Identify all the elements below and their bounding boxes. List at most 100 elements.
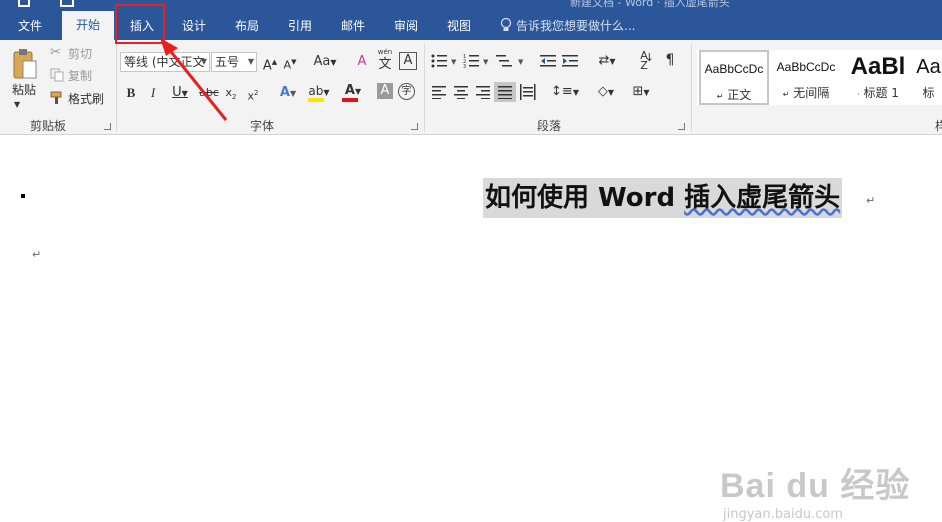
borders-icon[interactable]: ⊞▼ xyxy=(626,83,656,102)
superscript-icon[interactable]: x2 xyxy=(245,84,261,106)
line-spacing-icon[interactable]: ↕≡▼ xyxy=(550,83,580,102)
highlight-color-icon[interactable]: ab▼ xyxy=(306,82,332,102)
font-color-swatch xyxy=(342,98,358,102)
bullets-icon[interactable]: ▼ xyxy=(431,53,459,69)
font-size-combo[interactable]: 五号 ▼ xyxy=(211,52,257,72)
align-center-icon[interactable] xyxy=(454,85,470,99)
svg-text:3: 3 xyxy=(463,64,466,69)
chinese-layout-icon[interactable]: ⇄▼ xyxy=(592,52,622,71)
paragraph-launcher-icon[interactable] xyxy=(678,123,685,130)
highlight-box xyxy=(115,4,165,44)
character-border-icon[interactable]: A xyxy=(399,52,417,70)
format-painter-icon xyxy=(50,91,62,104)
style-normal[interactable]: AaBbCcDc ↵ 正文 xyxy=(699,50,769,105)
highlight-color-swatch xyxy=(308,98,324,102)
watermark-brand: Bai du 经验 xyxy=(720,467,911,505)
clipboard-group-label: 剪贴板 xyxy=(30,119,67,133)
paragraph-mark: ↵ xyxy=(866,194,876,207)
tab-mailings[interactable]: 邮件 xyxy=(331,13,375,40)
list-bullet xyxy=(21,194,25,198)
justify-button[interactable] xyxy=(494,82,516,102)
copy-button[interactable]: 复制 xyxy=(68,66,92,86)
numbering-icon[interactable]: 1 2 3 ▼ xyxy=(463,53,491,69)
decrease-indent-icon[interactable] xyxy=(540,53,558,69)
style-name: 标题 1 xyxy=(863,86,899,100)
style-no-spacing[interactable]: AaBbCcDc ↵ 无间隔 xyxy=(771,50,841,105)
copy-icon xyxy=(50,68,64,82)
justify-icon xyxy=(498,86,512,99)
clear-formatting-icon[interactable]: A xyxy=(354,53,370,71)
shading-icon[interactable]: ◇▼ xyxy=(592,83,620,102)
format-painter-button[interactable]: 格式刷 xyxy=(68,89,104,109)
paragraph-group-label: 段落 xyxy=(537,119,562,133)
align-right-icon[interactable] xyxy=(476,85,492,99)
tab-home[interactable]: 开始 xyxy=(62,11,114,40)
enclose-characters-icon[interactable]: 字 xyxy=(398,83,415,100)
chevron-down-icon: ▼ xyxy=(200,57,207,66)
change-case-icon[interactable]: Aa▼ xyxy=(311,53,339,72)
tab-design[interactable]: 设计 xyxy=(172,13,216,40)
font-launcher-icon[interactable] xyxy=(411,123,418,130)
undo-icon[interactable] xyxy=(60,0,74,7)
subscript-icon[interactable]: x2 xyxy=(223,84,239,106)
font-size-value: 五号 xyxy=(215,55,240,69)
svg-text:▼: ▼ xyxy=(451,58,457,66)
show-marks-icon[interactable]: ¶ xyxy=(662,51,678,69)
svg-text:▼: ▼ xyxy=(518,58,524,66)
tab-references[interactable]: 引用 xyxy=(278,13,322,40)
italic-icon[interactable]: I xyxy=(146,84,160,102)
lightbulb-icon xyxy=(500,17,512,31)
multilevel-list-icon[interactable]: ▼ xyxy=(496,53,528,69)
divider xyxy=(424,44,425,132)
tab-review[interactable]: 审阅 xyxy=(384,13,428,40)
style-heading-2[interactable]: Aa 标 xyxy=(915,50,942,105)
clipboard-launcher-icon[interactable] xyxy=(104,123,111,130)
font-color-icon[interactable]: A▼ xyxy=(340,82,366,102)
divider xyxy=(116,44,117,132)
style-name: 标 xyxy=(922,86,935,100)
style-sample: AaBbCcDc xyxy=(704,62,764,76)
style-name: 无间隔 xyxy=(793,86,830,100)
tab-view[interactable]: 视图 xyxy=(437,13,481,40)
distributed-icon[interactable] xyxy=(520,84,536,100)
document-heading[interactable]: 如何使用 Word 插入虚尾箭头 xyxy=(483,178,843,218)
scissors-icon: ✂ xyxy=(50,45,61,60)
increase-indent-icon[interactable] xyxy=(562,53,580,69)
style-sample: AaBl xyxy=(850,53,906,80)
styles-gallery[interactable]: AaBbCcDc ↵ 正文 AaBbCcDc ↵ 无间隔 AaBl · 标题 1… xyxy=(697,50,942,105)
save-icon[interactable] xyxy=(18,0,30,7)
font-name-value: 等线 (中文正文 xyxy=(124,55,205,69)
tab-file[interactable]: 文件 xyxy=(8,13,52,40)
character-shading-icon[interactable]: A xyxy=(377,83,393,99)
svg-text:▼: ▼ xyxy=(483,58,489,66)
bold-icon[interactable]: B xyxy=(124,84,138,102)
cut-button[interactable]: 剪切 xyxy=(68,44,92,64)
style-sample: Aa xyxy=(916,56,941,78)
text-effects-icon[interactable]: A▼ xyxy=(275,84,301,103)
paste-icon[interactable] xyxy=(12,48,38,82)
chevron-down-icon: ▼ xyxy=(247,57,254,66)
style-name: 正文 xyxy=(727,88,752,102)
phonetic-guide-icon[interactable]: wén 文 xyxy=(376,49,394,74)
tell-me-box[interactable]: 告诉我您想要做什么... xyxy=(500,13,635,40)
window-title: 新建文档 - Word · 插入虚尾箭头 xyxy=(570,0,730,9)
styles-group-label: 样 xyxy=(935,119,942,133)
watermark-url: jingyan.baidu.com xyxy=(723,507,843,522)
style-heading-1[interactable]: AaBl · 标题 1 xyxy=(845,50,911,105)
sort-icon[interactable]: A Z ↓ xyxy=(634,50,654,71)
align-left-icon[interactable] xyxy=(432,85,448,99)
style-sample: AaBbCcDc xyxy=(776,60,836,74)
document-page[interactable]: 如何使用 Word 插入虚尾箭头 ↵ ↵ Bai du 经验 jingyan.b… xyxy=(0,136,942,522)
divider xyxy=(691,44,692,132)
paste-dropdown-icon[interactable]: ▼ xyxy=(14,96,20,114)
underline-icon[interactable]: U▼ xyxy=(168,84,192,103)
grow-font-icon[interactable]: A▲ xyxy=(262,53,278,75)
tell-me-text: 告诉我您想要做什么... xyxy=(516,19,636,33)
paragraph-mark: ↵ xyxy=(32,248,42,261)
strikethrough-icon[interactable]: abc xyxy=(199,84,219,102)
font-name-combo[interactable]: 等线 (中文正文 ▼ xyxy=(120,52,210,72)
shrink-font-icon[interactable]: A▼ xyxy=(282,53,298,75)
heading-text: 如何使用 Word xyxy=(485,183,685,213)
tab-layout[interactable]: 布局 xyxy=(225,13,269,40)
watermark: Bai du 经验 jingyan.baidu.com xyxy=(720,458,910,522)
